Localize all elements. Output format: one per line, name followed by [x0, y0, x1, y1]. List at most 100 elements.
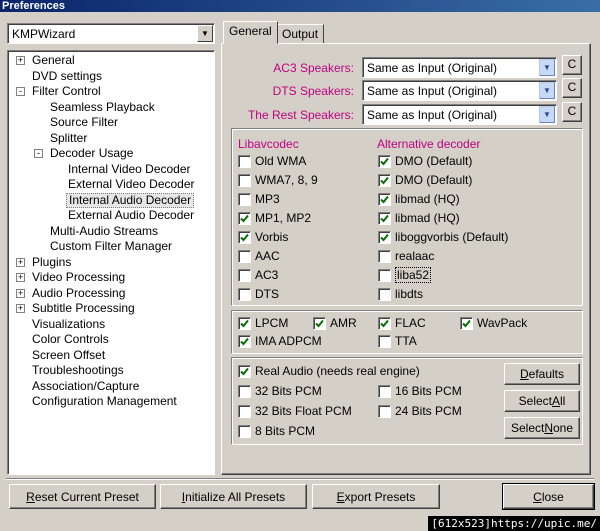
alternative-option[interactable]: realaac — [378, 248, 434, 264]
pcm-option[interactable]: 32 Bits Float PCM — [238, 403, 352, 419]
alternative-option[interactable]: liba52 — [378, 267, 432, 283]
format-option[interactable]: WavPack — [460, 315, 527, 331]
tree-item[interactable]: Association/Capture — [8, 379, 214, 395]
checkbox-icon[interactable] — [378, 404, 391, 418]
checkbox-icon[interactable] — [460, 316, 473, 330]
checkbox-icon[interactable] — [313, 316, 326, 330]
tree-item[interactable]: + Audio Processing — [8, 286, 214, 302]
reset-preset-button[interactable]: Reset Current Preset — [9, 484, 156, 509]
format-option[interactable]: TTA — [378, 333, 417, 349]
checkbox-icon[interactable] — [238, 316, 251, 330]
checkbox-icon[interactable] — [238, 154, 251, 168]
defaults-button[interactable]: Defaults — [504, 363, 580, 385]
alternative-option[interactable]: libdts — [378, 286, 423, 302]
pcm-option[interactable]: 8 Bits PCM — [238, 423, 315, 439]
tree-item[interactable]: Visualizations — [8, 317, 214, 333]
initialize-presets-button[interactable]: Initialize All Presets — [160, 484, 307, 509]
tree-item[interactable]: + General — [8, 53, 214, 69]
alternative-option[interactable]: libmad (HQ) — [378, 191, 460, 207]
alternative-option[interactable]: liboggvorbis (Default) — [378, 229, 508, 245]
alternative-option[interactable]: DMO (Default) — [378, 153, 472, 169]
checkbox-icon[interactable] — [378, 192, 391, 206]
settings-tree[interactable]: + General DVD settings - Filter Control Seaml… — [7, 50, 215, 475]
libavcodec-option[interactable]: MP3 — [238, 191, 280, 207]
rest-speakers-select[interactable]: Same as Input (Original) ▼ — [362, 104, 557, 125]
tree-item[interactable]: Troubleshootings — [8, 363, 214, 379]
checkbox-icon[interactable] — [238, 404, 251, 418]
checkbox-icon[interactable] — [238, 173, 251, 187]
libavcodec-option[interactable]: MP1, MP2 — [238, 210, 311, 226]
alternative-option[interactable]: DMO (Default) — [378, 172, 472, 188]
tree-item[interactable]: + Video Processing — [8, 270, 214, 286]
checkbox-icon[interactable] — [238, 334, 251, 348]
tab-general[interactable]: General — [223, 21, 278, 44]
checkbox-icon[interactable] — [378, 287, 391, 301]
dts-speakers-select[interactable]: Same as Input (Original) ▼ — [362, 80, 557, 101]
tree-item[interactable]: Multi-Audio Streams — [8, 224, 214, 240]
libavcodec-option[interactable]: Old WMA — [238, 153, 306, 169]
chevron-down-icon[interactable]: ▼ — [539, 82, 555, 99]
tree-item[interactable]: Color Controls — [8, 332, 214, 348]
rest-c-button[interactable]: C — [562, 102, 582, 122]
preset-dropdown[interactable]: KMPWizard ▼ — [7, 23, 215, 44]
libavcodec-option[interactable]: DTS — [238, 286, 279, 302]
export-presets-button[interactable]: Export Presets — [312, 484, 440, 509]
pcm-option[interactable]: 16 Bits PCM — [378, 383, 462, 399]
tree-item[interactable]: Internal Video Decoder — [8, 162, 214, 178]
format-option[interactable]: IMA ADPCM — [238, 333, 322, 349]
collapse-icon[interactable]: - — [34, 149, 43, 158]
ac3-c-button[interactable]: C — [562, 55, 582, 75]
checkbox-icon[interactable] — [238, 287, 251, 301]
checkbox-icon[interactable] — [378, 173, 391, 187]
tree-item[interactable]: Custom Filter Manager — [8, 239, 214, 255]
expand-icon[interactable]: + — [16, 288, 25, 298]
checkbox-icon[interactable] — [238, 249, 251, 263]
checkbox-icon[interactable] — [238, 230, 251, 244]
checkbox-icon[interactable] — [238, 192, 251, 206]
real-audio-checkbox[interactable]: Real Audio (needs real engine) — [238, 363, 420, 379]
tree-item[interactable]: Internal Audio Decoder — [8, 192, 214, 209]
libavcodec-option[interactable]: Vorbis — [238, 229, 288, 245]
checkbox-icon[interactable] — [378, 316, 391, 330]
checkbox-icon[interactable] — [238, 424, 251, 438]
tree-item[interactable]: Configuration Management — [8, 394, 214, 410]
libavcodec-option[interactable]: WMA7, 8, 9 — [238, 172, 318, 188]
format-option[interactable]: AMR — [313, 315, 357, 331]
tree-item[interactable]: Screen Offset — [8, 348, 214, 364]
format-option[interactable]: LPCM — [238, 315, 288, 331]
format-option[interactable]: FLAC — [378, 315, 426, 331]
checkbox-icon[interactable] — [378, 249, 391, 263]
checkbox-icon[interactable] — [378, 334, 391, 348]
libavcodec-option[interactable]: AAC — [238, 248, 280, 264]
tree-item[interactable]: - Decoder Usage — [8, 146, 214, 162]
tree-item[interactable]: + Plugins — [8, 255, 214, 271]
tree-item[interactable]: External Video Decoder — [8, 177, 214, 193]
checkbox-icon[interactable] — [238, 384, 251, 398]
checkbox-icon[interactable] — [238, 364, 251, 378]
tree-item[interactable]: - Filter Control — [8, 84, 214, 100]
expand-icon[interactable]: + — [16, 56, 25, 65]
pcm-option[interactable]: 24 Bits PCM — [378, 403, 462, 419]
libavcodec-option[interactable]: AC3 — [238, 267, 278, 283]
chevron-down-icon[interactable]: ▼ — [197, 25, 213, 42]
tree-item[interactable]: Splitter — [8, 131, 214, 147]
close-button[interactable]: Close — [502, 483, 595, 510]
checkbox-icon[interactable] — [378, 211, 391, 225]
alternative-option[interactable]: libmad (HQ) — [378, 210, 460, 226]
checkbox-icon[interactable] — [238, 211, 251, 225]
chevron-down-icon[interactable]: ▼ — [539, 59, 555, 76]
expand-icon[interactable]: + — [16, 304, 25, 313]
chevron-down-icon[interactable]: ▼ — [539, 106, 555, 123]
checkbox-icon[interactable] — [378, 268, 391, 282]
checkbox-icon[interactable] — [378, 384, 391, 398]
expand-icon[interactable]: + — [16, 257, 25, 267]
tree-item[interactable]: + Subtitle Processing — [8, 301, 214, 317]
pcm-option[interactable]: 32 Bits PCM — [238, 383, 322, 399]
tree-item[interactable]: External Audio Decoder — [8, 208, 214, 224]
tree-item[interactable]: Source Filter — [8, 115, 214, 131]
dts-c-button[interactable]: C — [562, 78, 582, 98]
expand-icon[interactable]: + — [16, 273, 25, 282]
checkbox-icon[interactable] — [238, 268, 251, 282]
tree-item[interactable]: Seamless Playback — [8, 100, 214, 116]
checkbox-icon[interactable] — [378, 154, 391, 168]
